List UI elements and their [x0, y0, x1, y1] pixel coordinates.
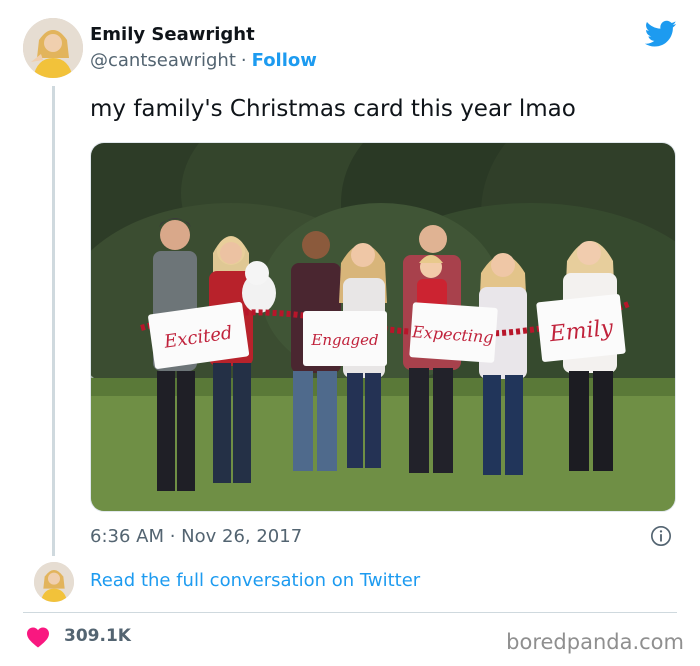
tweet-embed: Emily Seawright @cantseawright · Follow my… — [0, 0, 700, 666]
divider — [23, 612, 677, 613]
tweet-text: my family's Christmas card this year lma… — [90, 96, 576, 122]
sign-expecting: Expecting — [409, 302, 498, 363]
follow-button[interactable]: Follow — [252, 50, 317, 71]
separator-dot: · — [240, 50, 247, 71]
author-avatar[interactable] — [23, 18, 83, 78]
thread-line — [52, 86, 55, 556]
info-icon[interactable] — [650, 525, 672, 547]
tweet-photo[interactable]: Excited Engaged Expecting Emily — [90, 142, 676, 512]
read-conversation-link[interactable]: Read the full conversation on Twitter — [90, 570, 420, 591]
sign-emily: Emily — [536, 294, 626, 362]
author-handle[interactable]: @cantseawright — [90, 50, 236, 71]
like-count[interactable]: 309.1K — [64, 626, 131, 646]
author-name[interactable]: Emily Seawright — [90, 24, 255, 45]
boredpanda-watermark: boredpanda.com — [506, 630, 684, 654]
conversation-avatar[interactable] — [34, 562, 74, 602]
heart-icon[interactable] — [26, 626, 50, 648]
sign-engaged-text: Engaged — [310, 331, 378, 349]
sign-engaged: Engaged — [303, 311, 387, 366]
author-handle-line: @cantseawright · Follow — [90, 50, 317, 71]
tweet-timestamp[interactable]: 6:36 AM · Nov 26, 2017 — [90, 526, 302, 547]
twitter-bird-icon[interactable] — [645, 20, 677, 48]
